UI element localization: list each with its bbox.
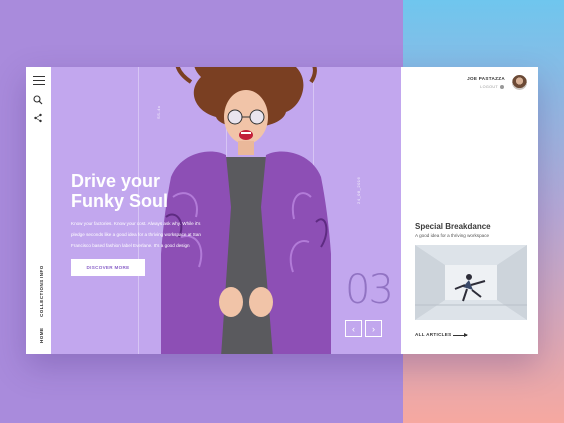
user-name: JOE PASTAZZA bbox=[467, 76, 505, 81]
sidebar: INFO COLLECTIONS HOME bbox=[26, 67, 51, 354]
vertical-label-date: 24_08_2016 bbox=[356, 176, 361, 204]
article-title[interactable]: Special Breakdance bbox=[415, 222, 491, 231]
logout-icon[interactable] bbox=[500, 85, 504, 89]
main-card: INFO COLLECTIONS HOME SS-4x 24_08_2016 D… bbox=[26, 67, 538, 354]
previous-slide-button[interactable]: ‹ bbox=[345, 320, 362, 337]
chevron-left-icon: ‹ bbox=[352, 323, 355, 334]
arrow-right-icon-head bbox=[464, 333, 468, 337]
chevron-right-icon: › bbox=[372, 323, 375, 334]
menu-icon[interactable] bbox=[33, 76, 45, 85]
right-panel: JOE PASTAZZA LOGOUT Special Breakdance A… bbox=[401, 67, 538, 354]
discover-more-button[interactable]: DISCOVER MORE bbox=[71, 259, 145, 276]
sidebar-link-home[interactable]: HOME bbox=[39, 328, 44, 344]
hero-headline: Drive your Funky Soul bbox=[71, 171, 168, 211]
sidebar-link-collections[interactable]: COLLECTIONS bbox=[39, 279, 44, 317]
breakdance-image bbox=[415, 245, 527, 320]
hero-description: Know your factories. Know your cost. Alw… bbox=[71, 221, 201, 248]
share-icon[interactable] bbox=[33, 113, 43, 123]
search-icon[interactable] bbox=[33, 95, 43, 105]
hero-headline-line-1: Drive your bbox=[71, 171, 161, 191]
hero-section: SS-4x 24_08_2016 Drive your Funky Soul K… bbox=[51, 67, 401, 354]
hero-model-image bbox=[161, 67, 331, 354]
logout-link[interactable]: LOGOUT bbox=[480, 85, 498, 89]
article-image[interactable] bbox=[415, 245, 527, 320]
hero-headline-line-2: Funky Soul bbox=[71, 191, 169, 211]
next-slide-button[interactable]: › bbox=[365, 320, 382, 337]
avatar[interactable] bbox=[512, 75, 527, 90]
article-subtitle: A good idea for a thriving workspace bbox=[415, 233, 490, 238]
all-articles-link[interactable]: ALL ARTICLES bbox=[415, 332, 452, 337]
slide-number: 03 bbox=[345, 267, 394, 313]
sidebar-link-info[interactable]: INFO bbox=[39, 265, 44, 278]
